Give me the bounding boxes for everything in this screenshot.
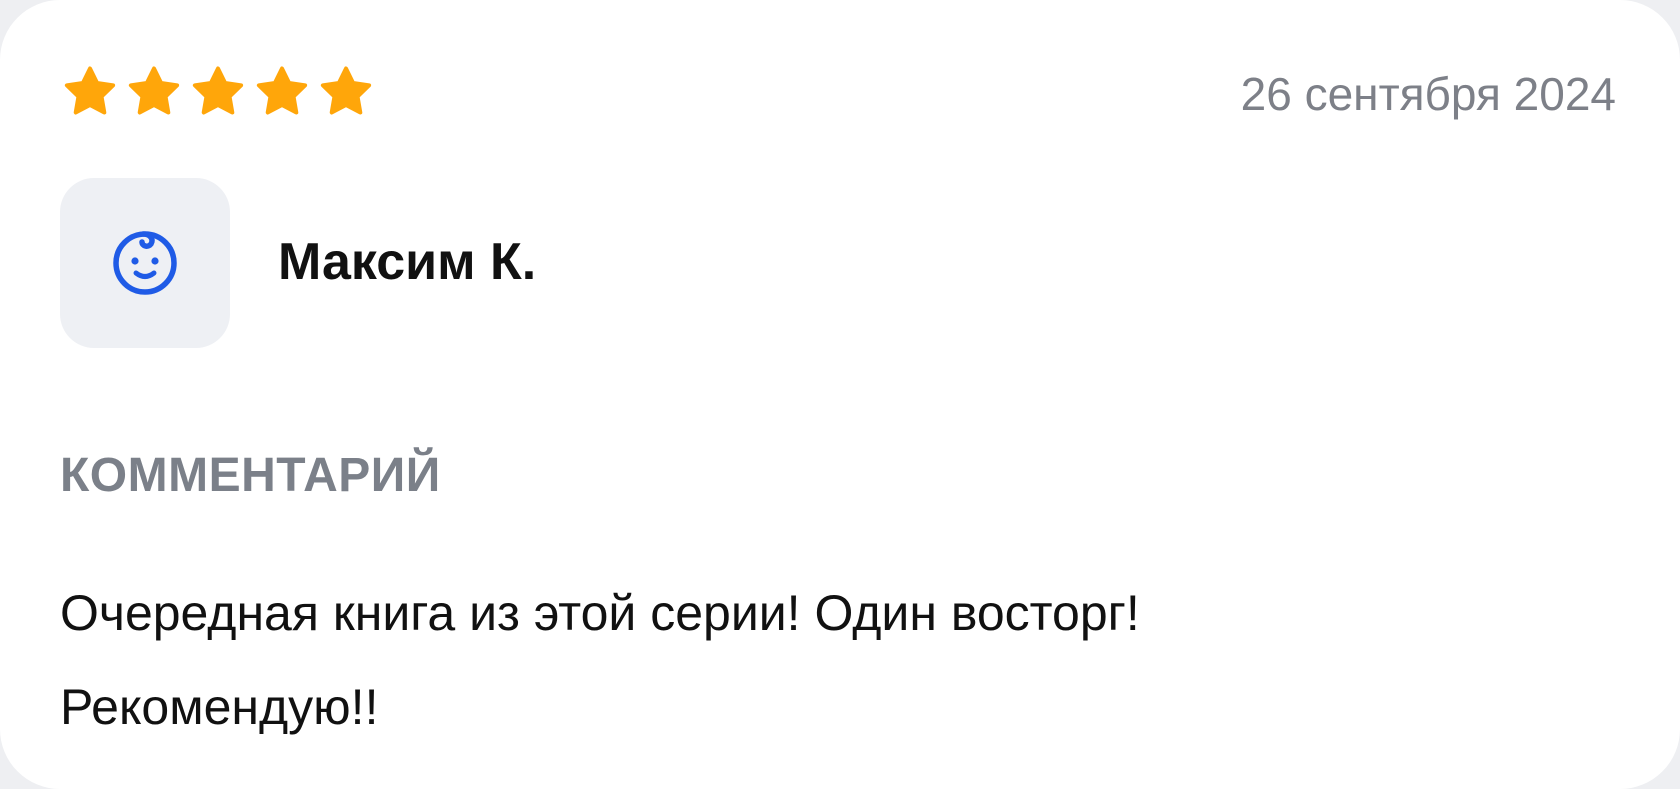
comment-label: КОММЕНТАРИЙ <box>60 449 441 502</box>
star-icon <box>256 66 308 115</box>
avatar <box>60 178 230 348</box>
author-name: Максим К. <box>278 233 537 291</box>
comment-line: Очередная книга из этой серии! Один вост… <box>60 585 1140 641</box>
review-date: 26 сентября 2024 <box>1240 68 1616 120</box>
star-icon <box>192 66 244 115</box>
star-rating <box>60 62 376 122</box>
comment-line: Рекомендую!! <box>60 679 379 735</box>
star-icon <box>320 66 372 115</box>
star-icon <box>64 66 116 115</box>
star-icon <box>128 66 180 115</box>
baby-face-icon <box>113 231 177 295</box>
comment-text: Очередная книга из этой серии! Один вост… <box>60 566 1620 754</box>
review-card: 26 сентября 2024 Максим К. КОММЕНТАРИЙ О… <box>0 0 1680 789</box>
